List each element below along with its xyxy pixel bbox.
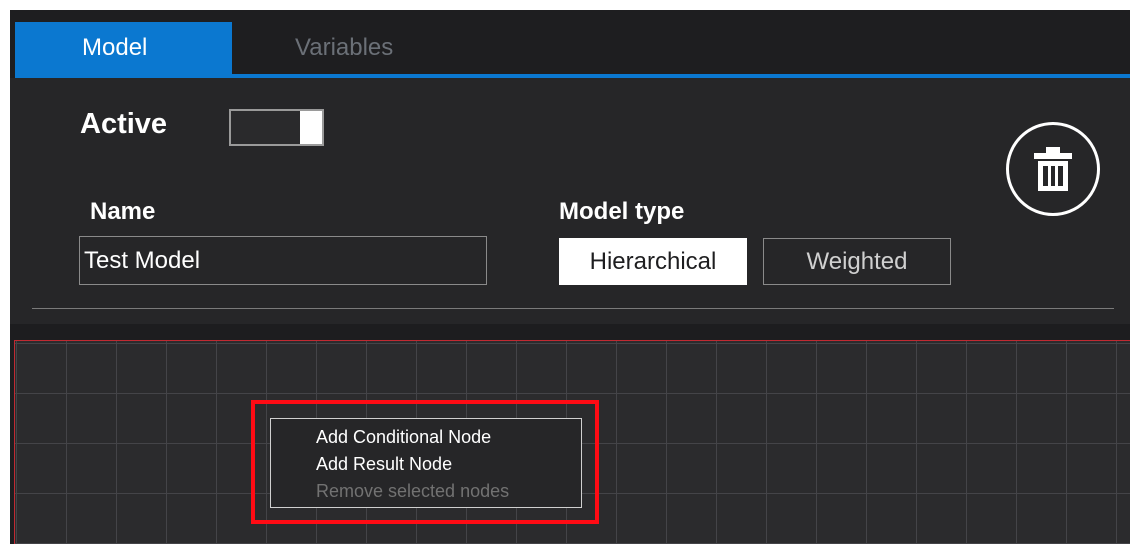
name-label: Name xyxy=(90,198,156,225)
context-menu: Add Conditional Node Add Result Node Rem… xyxy=(270,418,582,508)
model-type-label: Model type xyxy=(559,198,685,225)
tab-bar: Model Variables xyxy=(10,10,1130,78)
menu-item-add-conditional-node[interactable]: Add Conditional Node xyxy=(271,424,581,451)
delete-model-button[interactable] xyxy=(1006,122,1100,216)
model-type-weighted-button[interactable]: Weighted xyxy=(763,238,951,285)
menu-item-add-result-node[interactable]: Add Result Node xyxy=(271,451,581,478)
active-toggle[interactable] xyxy=(229,109,324,146)
model-type-hierarchical-button[interactable]: Hierarchical xyxy=(559,238,747,285)
tab-model[interactable]: Model xyxy=(15,22,232,74)
active-label: Active xyxy=(80,108,168,140)
canvas-separator xyxy=(10,324,1130,340)
app-window: Model Variables Active Name Model type H… xyxy=(10,10,1130,544)
toggle-thumb xyxy=(300,111,322,144)
trash-icon xyxy=(1034,147,1072,191)
tab-variables[interactable]: Variables xyxy=(232,22,462,74)
menu-item-remove-selected-nodes: Remove selected nodes xyxy=(316,481,510,501)
divider xyxy=(32,308,1114,309)
name-input[interactable] xyxy=(79,236,487,285)
model-settings-panel: Active Name Model type Hierarchical Weig… xyxy=(10,78,1130,324)
